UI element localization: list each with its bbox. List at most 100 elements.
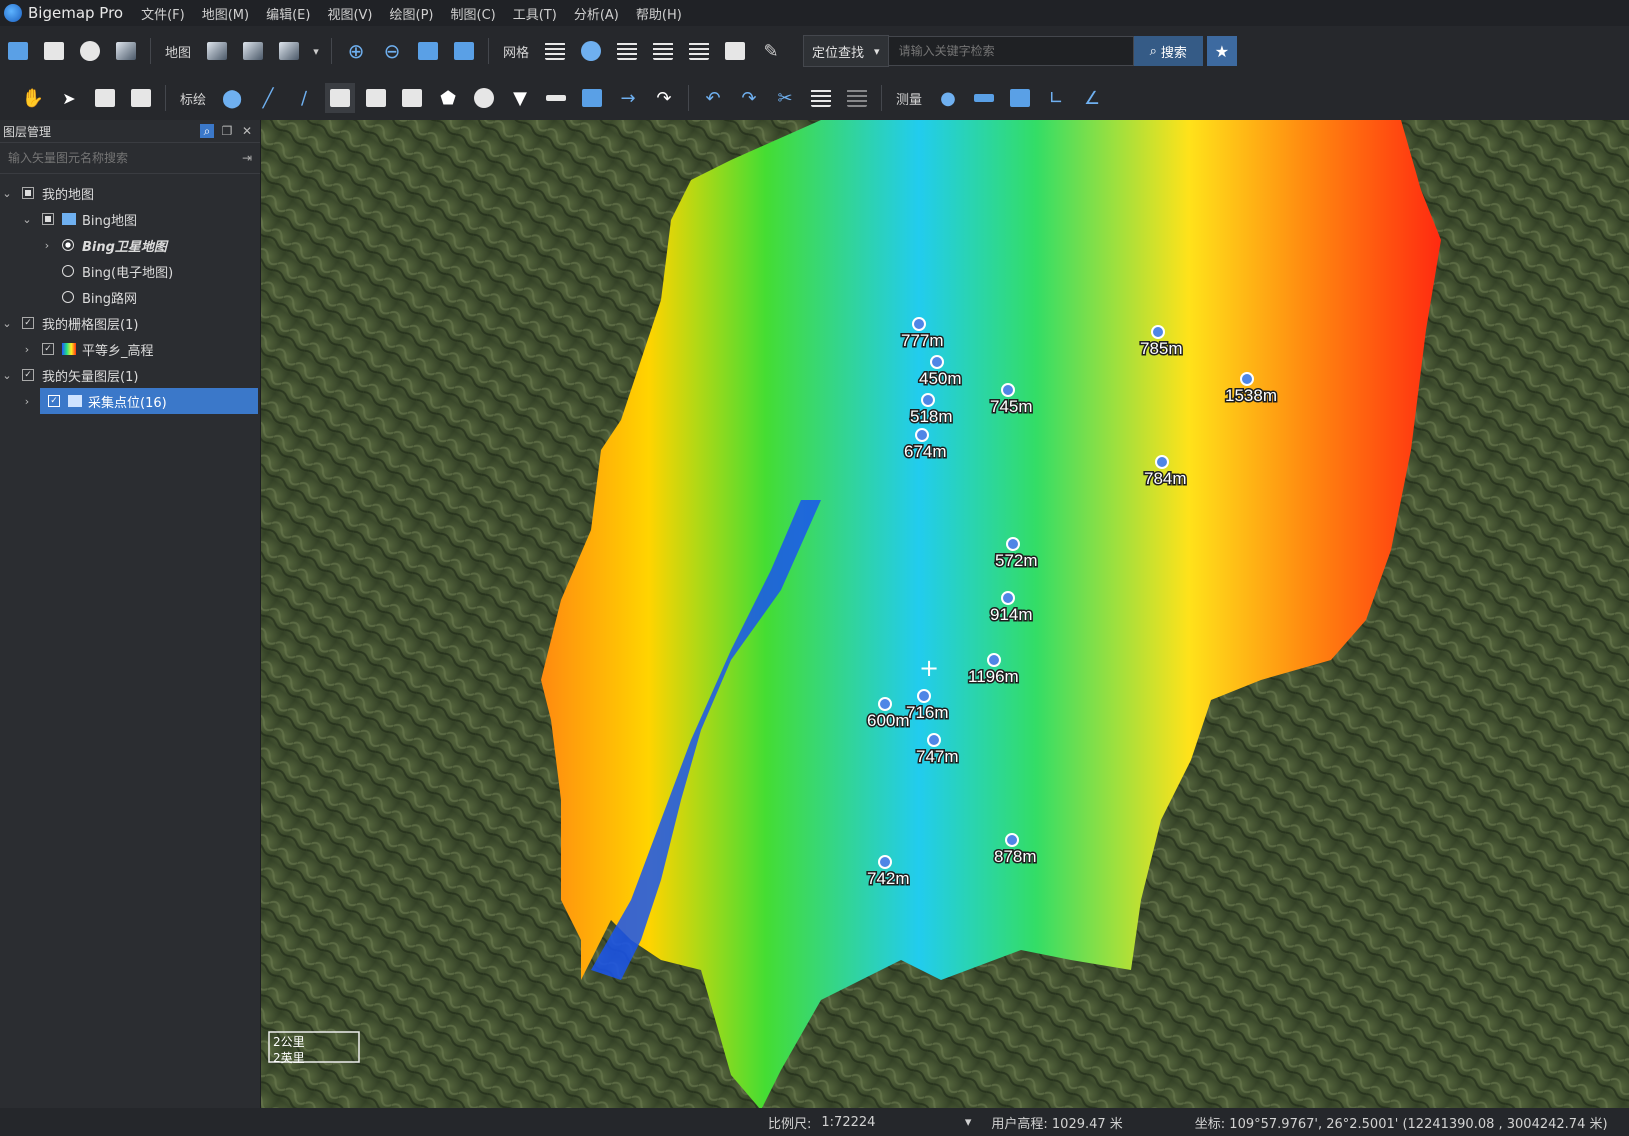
list-icon[interactable] xyxy=(842,83,872,113)
clear-brush-icon[interactable]: ✎ xyxy=(756,36,786,66)
measure-area-icon[interactable] xyxy=(1005,83,1035,113)
chevron-right-icon[interactable]: › xyxy=(40,239,54,252)
map-terrain-icon[interactable] xyxy=(274,36,304,66)
placemark-icon[interactable]: ⬤ xyxy=(217,83,247,113)
open-folder-icon[interactable] xyxy=(3,36,33,66)
search-scope-select[interactable]: 定位查找 ▾ xyxy=(803,35,889,67)
marker-point[interactable] xyxy=(915,428,929,442)
box-select-icon[interactable] xyxy=(90,83,120,113)
marker-point[interactable] xyxy=(987,653,1001,667)
select-arrow-icon[interactable]: ➤ xyxy=(54,83,84,113)
chevron-right-icon[interactable]: › xyxy=(20,343,34,356)
cut-scissors-icon[interactable]: ✂ xyxy=(770,83,800,113)
tree-item-raster-layers[interactable]: ⌄ ✓ 我的栅格图层(1) xyxy=(0,310,260,336)
menu-file[interactable]: 文件(F) xyxy=(141,4,185,23)
menu-tools[interactable]: 工具(T) xyxy=(513,4,557,23)
marker-point[interactable] xyxy=(921,393,935,407)
zoom-out-icon[interactable]: ⊖ xyxy=(377,36,407,66)
layer-checkbox[interactable] xyxy=(42,213,54,225)
marker-point[interactable] xyxy=(878,855,892,869)
layer-checkbox[interactable]: ✓ xyxy=(42,343,54,355)
marker-point[interactable] xyxy=(878,697,892,711)
map-canvas[interactable]: 2公里 2英里 + 777m 450m 518m 674m 745m 785m 1538m 7… xyxy=(261,120,1629,1108)
draw-sector-icon[interactable]: ▼ xyxy=(505,83,535,113)
restore-window-icon[interactable]: ❐ xyxy=(220,124,234,138)
scale-select[interactable]: 1:72224 ▾ xyxy=(821,1115,971,1130)
pan-hand-icon[interactable]: ✋ xyxy=(18,83,48,113)
marker-point[interactable] xyxy=(1001,383,1015,397)
grid-icon[interactable] xyxy=(540,36,570,66)
layer-radio[interactable] xyxy=(62,239,74,251)
tree-item-bing-electronic[interactable]: Bing(电子地图) xyxy=(0,258,260,284)
tree-item-collection-points-selected[interactable]: ✓ 采集点位(16) xyxy=(40,388,258,414)
undo-icon[interactable]: ↶ xyxy=(698,83,728,113)
tree-item-bing-satellite[interactable]: › Bing卫星地图 xyxy=(0,232,260,258)
layer-checkbox[interactable]: ✓ xyxy=(22,369,34,381)
save-icon[interactable] xyxy=(39,36,69,66)
redo-icon[interactable]: ↷ xyxy=(734,83,764,113)
map-source-icon[interactable] xyxy=(202,36,232,66)
draw-polygon-icon[interactable]: ⬟ xyxy=(433,83,463,113)
search-input[interactable] xyxy=(888,36,1134,66)
chevron-down-icon[interactable]: ⌄ xyxy=(0,369,14,382)
chevron-down-icon[interactable]: ▾ xyxy=(310,36,322,66)
folder-grid-icon[interactable] xyxy=(720,36,750,66)
mgrs-grid-icon[interactable] xyxy=(684,36,714,66)
marker-point[interactable] xyxy=(917,689,931,703)
menu-edit[interactable]: 编辑(E) xyxy=(266,4,310,23)
marker-point[interactable] xyxy=(1240,372,1254,386)
layer-checkbox[interactable]: ✓ xyxy=(48,395,60,407)
layer-search-input[interactable] xyxy=(0,144,242,172)
zoom-in-icon[interactable]: ⊕ xyxy=(341,36,371,66)
marker-point[interactable] xyxy=(1155,455,1169,469)
tree-item-bing-map[interactable]: ⌄ Bing地图 xyxy=(0,206,260,232)
menu-cartography[interactable]: 制图(C) xyxy=(451,4,496,23)
marker-point[interactable] xyxy=(1006,537,1020,551)
layer-checkbox[interactable] xyxy=(22,187,34,199)
tree-item-bing-roads[interactable]: Bing路网 xyxy=(0,284,260,310)
layer-radio[interactable] xyxy=(62,291,74,303)
menu-analysis[interactable]: 分析(A) xyxy=(574,4,619,23)
marker-point[interactable] xyxy=(1001,591,1015,605)
marker-point[interactable] xyxy=(1005,833,1019,847)
menu-view[interactable]: 视图(V) xyxy=(327,4,372,23)
close-icon[interactable]: ✕ xyxy=(240,124,254,138)
star-icon[interactable]: ★ xyxy=(1206,36,1237,66)
chevron-down-icon[interactable]: ⌄ xyxy=(20,213,34,226)
search-button[interactable]: ⌕ 搜索 xyxy=(1133,36,1203,66)
marker-point[interactable] xyxy=(912,317,926,331)
measure-point-icon[interactable]: ● xyxy=(933,83,963,113)
draw-measure-line-icon[interactable] xyxy=(541,83,571,113)
layer-checkbox[interactable]: ✓ xyxy=(22,317,34,329)
screenshot-icon[interactable] xyxy=(111,36,141,66)
marker-point[interactable] xyxy=(1151,325,1165,339)
menu-help[interactable]: 帮助(H) xyxy=(636,4,682,23)
draw-text-icon[interactable] xyxy=(577,83,607,113)
menu-map[interactable]: 地图(M) xyxy=(202,4,249,23)
measure-angle-icon[interactable]: ∠ xyxy=(1077,83,1107,113)
globe-grid-icon[interactable] xyxy=(576,36,606,66)
marker-point[interactable] xyxy=(927,733,941,747)
tree-item-elevation-layer[interactable]: › ✓ 平等乡_高程 xyxy=(0,336,260,362)
polygon-select-icon[interactable] xyxy=(126,83,156,113)
draw-curve-icon[interactable]: ↷ xyxy=(649,83,679,113)
draw-square-icon[interactable] xyxy=(397,83,427,113)
draw-circle-icon[interactable] xyxy=(469,83,499,113)
full-extent-icon[interactable] xyxy=(449,36,479,66)
chevron-down-icon[interactable]: ⌄ xyxy=(0,187,14,200)
tree-item-vector-layers[interactable]: ⌄ ✓ 我的矢量图层(1) xyxy=(0,362,260,388)
chevron-right-icon[interactable]: › xyxy=(20,395,34,408)
attribute-table-icon[interactable] xyxy=(806,83,836,113)
layer-radio[interactable] xyxy=(62,265,74,277)
measure-height-icon[interactable]: ∟ xyxy=(1041,83,1071,113)
draw-arrow-icon[interactable]: → xyxy=(613,83,643,113)
search-icon[interactable]: ⌕ xyxy=(200,124,214,138)
freehand-line-icon[interactable]: ∕ xyxy=(289,83,319,113)
menu-draw[interactable]: 绘图(P) xyxy=(390,4,434,23)
nm-grid-icon[interactable] xyxy=(648,36,678,66)
map-satellite-icon[interactable] xyxy=(238,36,268,66)
marker-point[interactable] xyxy=(930,355,944,369)
measure-distance-icon[interactable] xyxy=(969,83,999,113)
chevron-down-icon[interactable]: ⌄ xyxy=(0,317,14,330)
collapse-panel-icon[interactable]: ⇥ xyxy=(242,151,252,165)
